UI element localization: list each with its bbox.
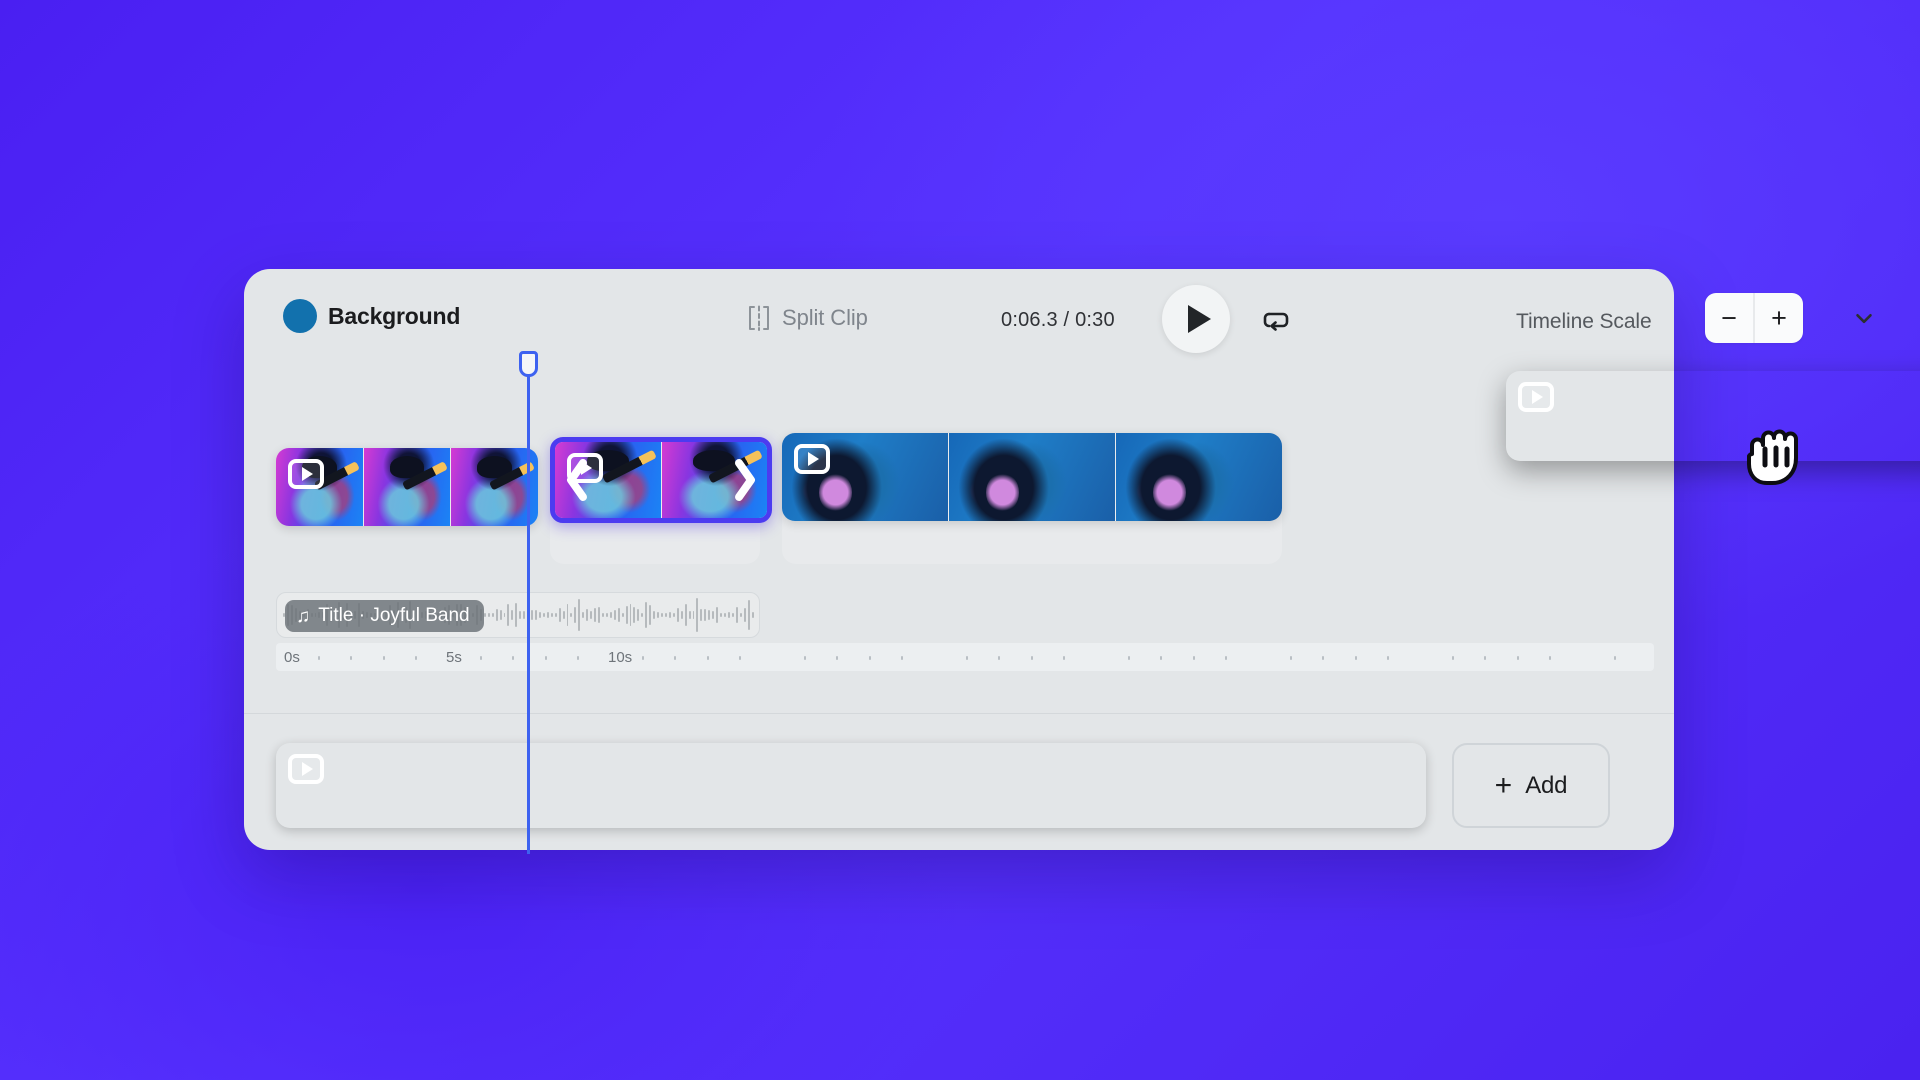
clip-guitarist[interactable] xyxy=(276,448,538,526)
play-icon xyxy=(808,452,819,466)
loop-icon xyxy=(1260,305,1292,335)
timeline-scale-controls: − + xyxy=(1705,293,1803,343)
thumbnail-art xyxy=(1116,433,1282,521)
background-color-dot xyxy=(283,299,317,333)
chevron-down-icon xyxy=(1851,305,1877,331)
thumbnail-art xyxy=(451,448,538,526)
clip-guitarist-selected[interactable] xyxy=(550,437,772,523)
toolbar: Background Split Clip 0:06.3 / 0:30 xyxy=(244,269,1674,357)
zoom-in-button[interactable]: + xyxy=(1755,293,1803,343)
clip-thumbnail xyxy=(948,433,1115,521)
plus-icon: + xyxy=(1495,771,1513,801)
play-icon xyxy=(302,762,313,776)
timeline-scale-label: Timeline Scale xyxy=(1516,310,1652,334)
screen: Background Split Clip 0:06.3 / 0:30 xyxy=(0,0,1920,1080)
clip-thumbnail xyxy=(363,448,451,526)
audio-clip-joyful-band[interactable]: ♫ Title · Joyful Band xyxy=(276,592,760,638)
thumbnail-art xyxy=(364,448,451,526)
audio-clip-label-chip: ♫ Title · Joyful Band xyxy=(285,600,484,632)
clip-neon-swirl-dragging[interactable] xyxy=(1506,371,1920,461)
clip-play-badge xyxy=(288,459,324,489)
clip-play-badge xyxy=(794,444,830,474)
timeline-editor-panel: Background Split Clip 0:06.3 / 0:30 xyxy=(244,269,1674,850)
bottom-divider xyxy=(244,713,1674,714)
clip-thumbnail xyxy=(450,448,538,526)
chevron-right-icon xyxy=(729,457,759,503)
trim-handle-left[interactable] xyxy=(555,442,601,518)
trim-handle-right[interactable] xyxy=(721,442,767,518)
clip-play-badge xyxy=(288,754,324,784)
expand-panel-button[interactable] xyxy=(1845,299,1883,337)
split-clip-icon xyxy=(747,305,771,331)
chevron-left-icon xyxy=(563,457,593,503)
tracks-area: ♫ Title · Joyful Band xyxy=(244,399,1674,717)
split-clip-button[interactable]: Split Clip xyxy=(747,305,868,331)
add-button-label: Add xyxy=(1525,772,1567,800)
audio-clip-title: Title · Joyful Band xyxy=(318,605,469,627)
split-clip-label: Split Clip xyxy=(782,305,868,331)
music-note-icon: ♫ xyxy=(296,607,310,626)
loop-button[interactable] xyxy=(1260,305,1292,335)
background-label: Background xyxy=(328,303,460,330)
clip-headphones-woman[interactable] xyxy=(782,433,1282,521)
play-icon xyxy=(1188,305,1211,333)
time-display: 0:06.3 / 0:30 xyxy=(1001,309,1115,332)
thumbnail-art xyxy=(949,433,1115,521)
clip-play-badge xyxy=(1518,382,1554,412)
play-icon xyxy=(1532,390,1543,404)
clip-thumbnail xyxy=(1115,433,1282,521)
background-layer-chip[interactable]: Background xyxy=(283,299,460,333)
zoom-out-button[interactable]: − xyxy=(1705,293,1753,343)
add-media-button[interactable]: + Add xyxy=(1452,743,1610,828)
play-icon xyxy=(302,467,313,481)
play-button[interactable] xyxy=(1162,285,1230,353)
clip-blue-headphones[interactable] xyxy=(276,743,1426,828)
